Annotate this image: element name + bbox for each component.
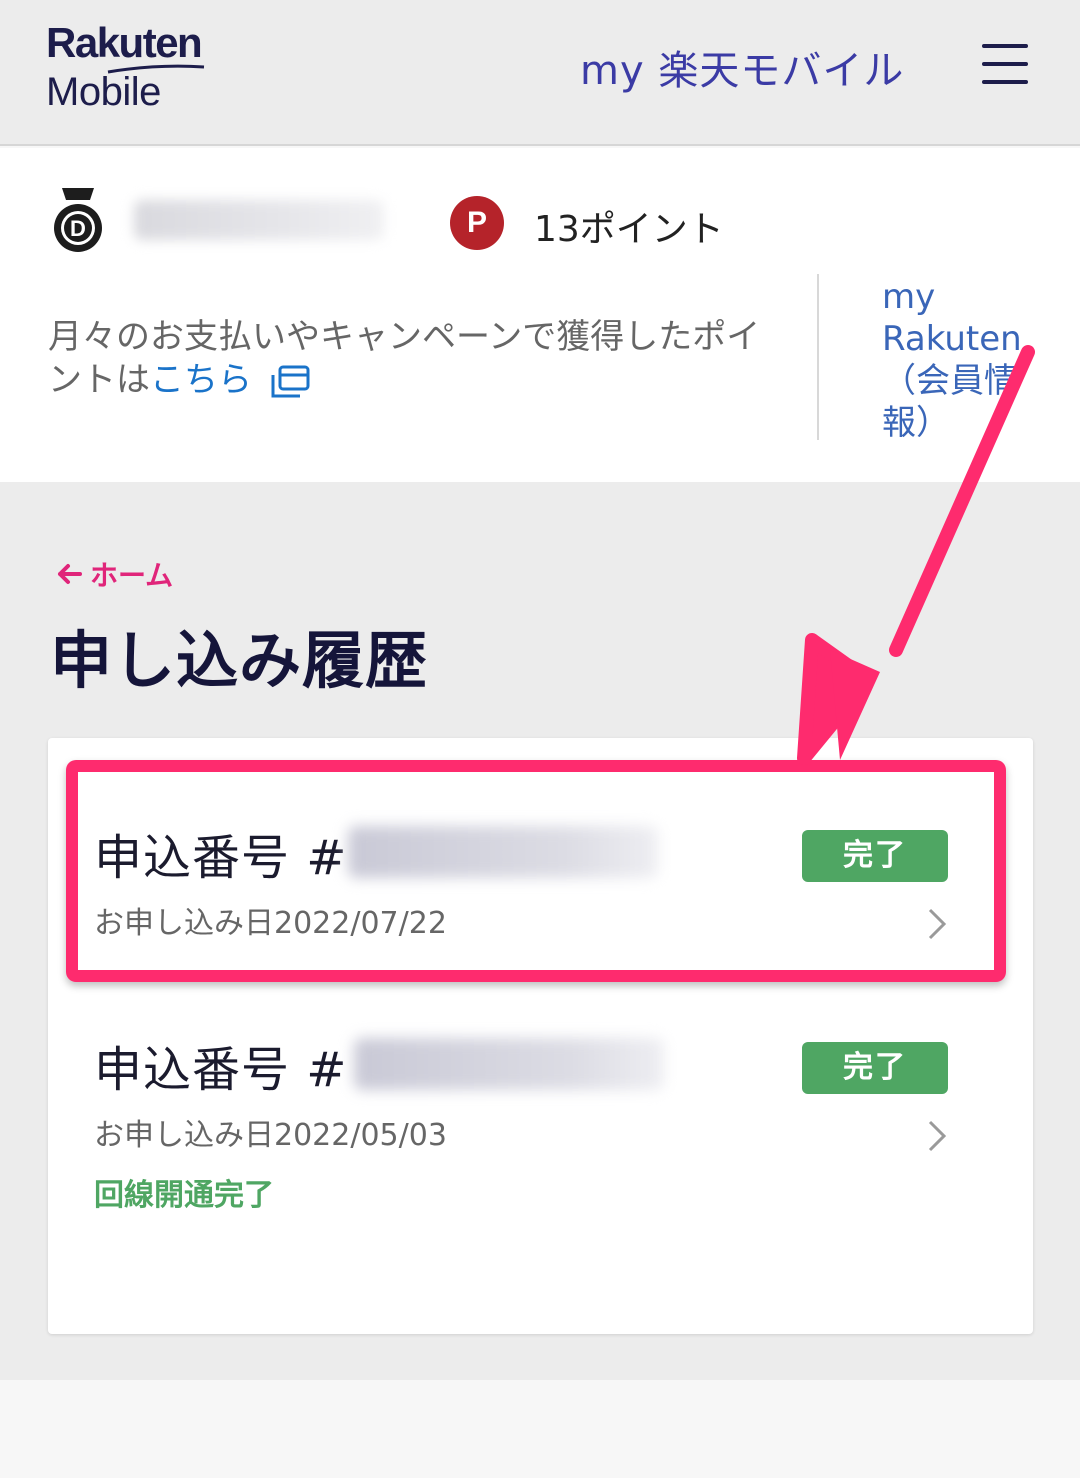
arrow-left-icon: [56, 559, 82, 592]
hamburger-icon[interactable]: [982, 44, 1028, 84]
order-date: お申し込み日2022/07/22: [94, 906, 447, 941]
logo-wordmark-bottom: Mobile: [46, 70, 161, 114]
page-footer: [0, 1380, 1080, 1478]
external-link-icon[interactable]: [270, 365, 310, 399]
account-summary: D P 13ポイント 月々のお支払いやキャンペーンで獲得したポイントはこちら m…: [0, 148, 1080, 482]
line-activation-status: 回線開通完了: [94, 1178, 274, 1213]
medal-d-icon: D: [54, 188, 102, 252]
divider: [817, 274, 819, 440]
chevron-right-icon: [928, 908, 947, 940]
breadcrumb-home-label: ホーム: [90, 559, 174, 592]
order-date: お申し込み日2022/05/03: [94, 1118, 447, 1153]
logo-swoosh-icon: [107, 64, 205, 74]
status-badge: 完了: [802, 1042, 948, 1094]
page-title: 申し込み履歴: [50, 624, 429, 697]
order-number-label: 申込番号 #: [94, 1042, 348, 1098]
main-content: ホーム 申し込み履歴 申込番号 # 完了 お申し込み日2022/07/22 申込…: [0, 482, 1080, 1380]
points-balance: 13ポイント: [534, 209, 724, 250]
logo-wordmark-top: Rakuten: [46, 19, 203, 66]
app-title: my 楽天モバイル: [580, 48, 905, 94]
chevron-right-icon: [928, 1120, 947, 1152]
order-item[interactable]: 申込番号 # 完了 お申し込み日2022/05/03 回線開通完了: [48, 990, 1033, 1213]
app-header: Rakuten Mobile my 楽天モバイル: [0, 0, 1080, 146]
breadcrumb-home-link[interactable]: ホーム: [56, 554, 173, 594]
order-history-list: 申込番号 # 完了 お申し込み日2022/07/22 申込番号 # 完了 お申し…: [48, 738, 1033, 1334]
order-number-label: 申込番号 #: [94, 830, 348, 886]
status-badge: 完了: [802, 830, 948, 882]
svg-text:D: D: [70, 216, 86, 241]
points-note: 月々のお支払いやキャンペーンで獲得したポイントはこちら: [48, 316, 788, 402]
username-blurred: [134, 200, 384, 240]
points-history-link[interactable]: こちら: [150, 360, 252, 400]
order-number-blurred: [354, 1038, 664, 1090]
order-item[interactable]: 申込番号 # 完了 お申し込み日2022/07/22: [48, 778, 1033, 978]
rakuten-mobile-logo[interactable]: Rakuten Mobile: [46, 19, 205, 114]
my-rakuten-member-link[interactable]: my Rakuten（会員情報）: [882, 276, 1042, 444]
order-number-blurred: [348, 826, 658, 878]
rakuten-points-icon: P: [450, 196, 504, 250]
